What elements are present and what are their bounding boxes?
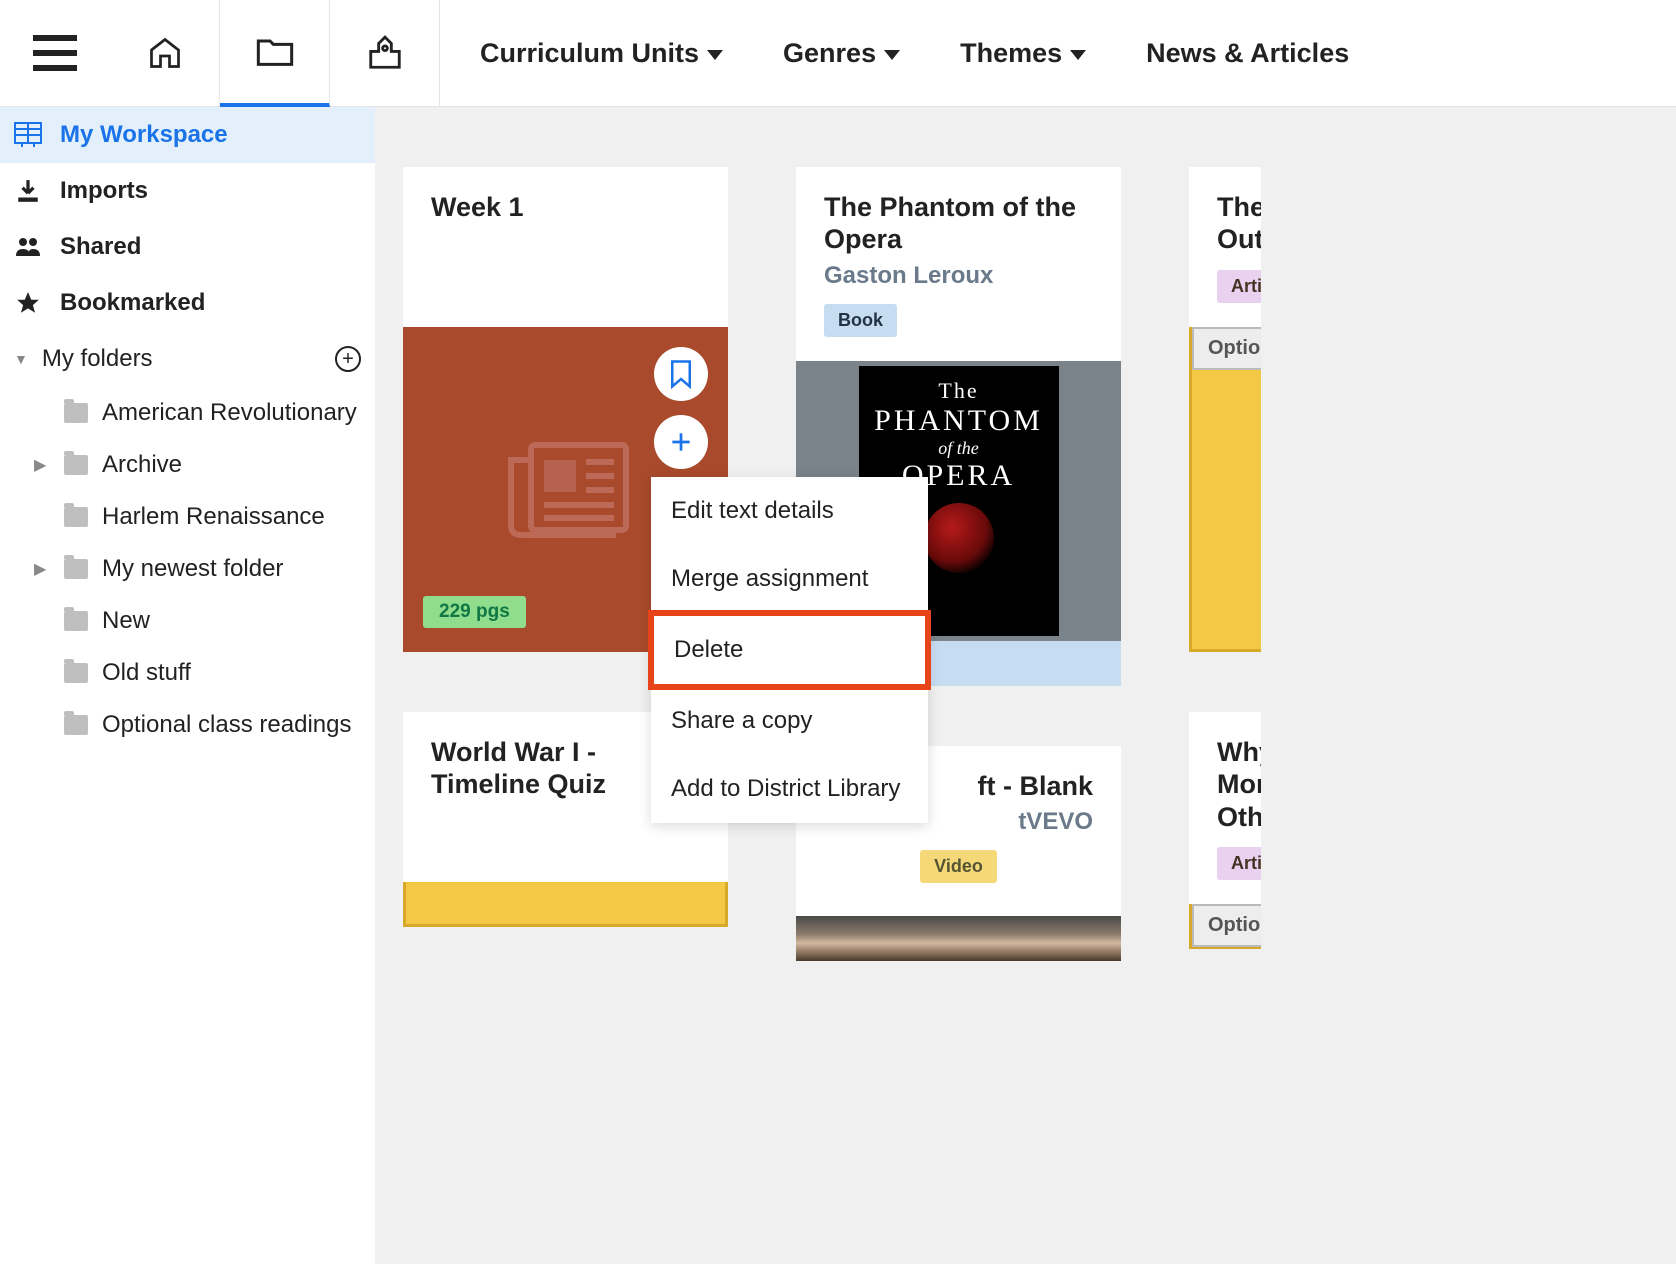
folder-list: American Revolutionary ▶ Archive Harlem …	[0, 387, 375, 751]
type-badge: Arti	[1217, 847, 1261, 880]
my-folders-header[interactable]: ▼ My folders +	[0, 331, 375, 387]
folder-item[interactable]: New	[0, 595, 375, 647]
card-header: TheOut" Arti	[1189, 167, 1261, 327]
menu-merge[interactable]: Merge assignment	[651, 545, 928, 613]
sidebar: My Workspace Imports Shared Bookmarked ▼…	[0, 107, 375, 1264]
plus-icon	[668, 429, 694, 455]
nav-news[interactable]: News & Articles	[1146, 38, 1349, 69]
content-area: Week 1 229 pgs	[375, 107, 1676, 1264]
type-badge: Video	[920, 850, 997, 883]
card-title: TheOut"	[1217, 191, 1261, 256]
card-actions	[654, 347, 708, 469]
card-author: Gaston Leroux	[824, 262, 1093, 290]
content-column-partial: TheOut" Arti Optiona WhyMoreOthe Arti Op…	[1189, 167, 1261, 1264]
menu-button[interactable]	[0, 0, 110, 107]
home-button[interactable]	[110, 0, 220, 107]
caret-down-icon	[1070, 50, 1086, 60]
folder-item[interactable]: Optional class readings	[0, 699, 375, 751]
card-image	[796, 916, 1121, 961]
sidebar-label: Shared	[60, 233, 141, 261]
school-icon	[366, 34, 404, 72]
folder-icon	[64, 715, 88, 735]
sidebar-workspace[interactable]: My Workspace	[0, 107, 375, 163]
sidebar-imports[interactable]: Imports	[0, 163, 375, 219]
card-header: Week 1	[403, 167, 728, 327]
folder-icon	[64, 611, 88, 631]
chevron-right-icon: ▶	[34, 559, 46, 579]
folder-icon	[64, 455, 88, 475]
card-header: WhyMoreOthe Arti	[1189, 712, 1261, 904]
home-icon	[147, 35, 183, 71]
folder-tab-button[interactable]	[220, 0, 330, 107]
header-nav: Curriculum Units Genres Themes News & Ar…	[480, 38, 1349, 69]
folder-icon	[64, 507, 88, 527]
bookmark-button[interactable]	[654, 347, 708, 401]
card-title: WhyMoreOthe	[1217, 736, 1261, 833]
bookmark-icon	[668, 359, 694, 389]
caret-down-icon	[884, 50, 900, 60]
folder-icon	[64, 403, 88, 423]
type-badge: Arti	[1217, 270, 1261, 303]
shared-icon	[14, 233, 42, 261]
school-button[interactable]	[330, 0, 440, 107]
card-image: Optiona	[1189, 327, 1261, 652]
optional-label: Optiona	[1192, 904, 1261, 947]
folder-icon	[255, 34, 295, 68]
sidebar-label: My Workspace	[60, 121, 228, 149]
top-header: Curriculum Units Genres Themes News & Ar…	[0, 0, 1676, 107]
menu-share[interactable]: Share a copy	[651, 687, 928, 755]
folder-label: Archive	[102, 451, 182, 479]
nav-themes[interactable]: Themes	[960, 38, 1086, 69]
add-button[interactable]	[654, 415, 708, 469]
card-partial-bottom[interactable]: WhyMoreOthe Arti Optiona	[1189, 712, 1261, 949]
sidebar-label: Imports	[60, 177, 148, 205]
card-partial-top[interactable]: TheOut" Arti Optiona	[1189, 167, 1261, 652]
folder-item[interactable]: Harlem Renaissance	[0, 491, 375, 543]
card-image: Optiona	[1189, 904, 1261, 949]
folder-label: New	[102, 607, 150, 635]
folder-label: Harlem Renaissance	[102, 503, 325, 531]
folder-icon	[64, 663, 88, 683]
folder-item[interactable]: ▶ My newest folder	[0, 543, 375, 595]
folder-label: American Revolutionary	[102, 399, 357, 427]
newspaper-icon	[496, 430, 636, 550]
hamburger-icon	[33, 35, 77, 71]
type-badge: Book	[824, 304, 897, 337]
folder-item[interactable]: Old stuff	[0, 647, 375, 699]
folder-label: Optional class readings	[102, 711, 351, 739]
sidebar-bookmarked[interactable]: Bookmarked	[0, 275, 375, 331]
card-title: The Phantom of the Opera	[824, 191, 1093, 256]
sidebar-shared[interactable]: Shared	[0, 219, 375, 275]
optional-label: Optiona	[1192, 327, 1261, 370]
import-icon	[14, 177, 42, 205]
menu-district[interactable]: Add to District Library	[651, 755, 928, 823]
chevron-right-icon: ▶	[34, 455, 46, 475]
video-thumbnail	[796, 916, 1121, 961]
folders-label: My folders	[42, 345, 153, 373]
folder-item[interactable]: ▶ Archive	[0, 439, 375, 491]
menu-delete[interactable]: Delete	[648, 610, 931, 690]
folder-item[interactable]: American Revolutionary	[0, 387, 375, 439]
caret-down-icon	[707, 50, 723, 60]
folder-label: My newest folder	[102, 555, 283, 583]
pages-badge: 229 pgs	[423, 596, 526, 628]
card-header: The Phantom of the Opera Gaston Leroux B…	[796, 167, 1121, 361]
menu-edit[interactable]: Edit text details	[651, 477, 928, 545]
folder-label: Old stuff	[102, 659, 191, 687]
nav-curriculum[interactable]: Curriculum Units	[480, 38, 723, 69]
caret-down-icon: ▼	[14, 351, 28, 367]
star-icon	[14, 289, 42, 317]
card-image	[403, 882, 728, 927]
workspace-icon	[14, 121, 42, 149]
card-title: Week 1	[431, 191, 700, 223]
nav-genres[interactable]: Genres	[783, 38, 900, 69]
add-folder-button[interactable]: +	[335, 346, 361, 372]
folder-icon	[64, 559, 88, 579]
context-menu: Edit text details Merge assignment Delet…	[651, 477, 928, 823]
sidebar-label: Bookmarked	[60, 289, 205, 317]
